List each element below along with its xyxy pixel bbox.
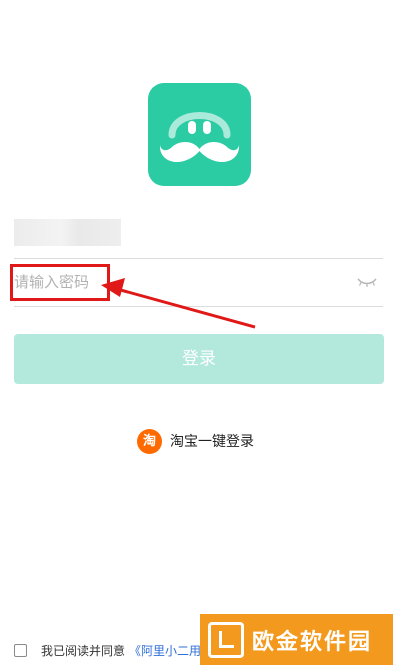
taobao-icon: 淘 — [137, 428, 162, 454]
agreement-checkbox[interactable] — [14, 643, 27, 657]
mustache-smile-icon — [159, 112, 240, 163]
taobao-login-label: 淘宝一键登录 — [170, 434, 254, 450]
agreement-text: 我已阅读并同意 — [41, 643, 126, 658]
watermark-banner: 欧金软件园 — [200, 614, 393, 665]
watermark-text: 欧金软件园 — [252, 629, 373, 655]
app-logo — [148, 83, 251, 186]
username-field-obscured[interactable] — [14, 219, 121, 246]
watermark-logo-icon — [208, 621, 244, 658]
taobao-login-link[interactable]: 淘 淘宝一键登录 — [137, 428, 254, 454]
login-button[interactable]: 登录 — [14, 334, 384, 384]
username-divider — [14, 258, 383, 259]
password-divider — [14, 306, 383, 307]
eye-closed-icon[interactable] — [356, 275, 378, 289]
password-input[interactable] — [14, 266, 314, 298]
